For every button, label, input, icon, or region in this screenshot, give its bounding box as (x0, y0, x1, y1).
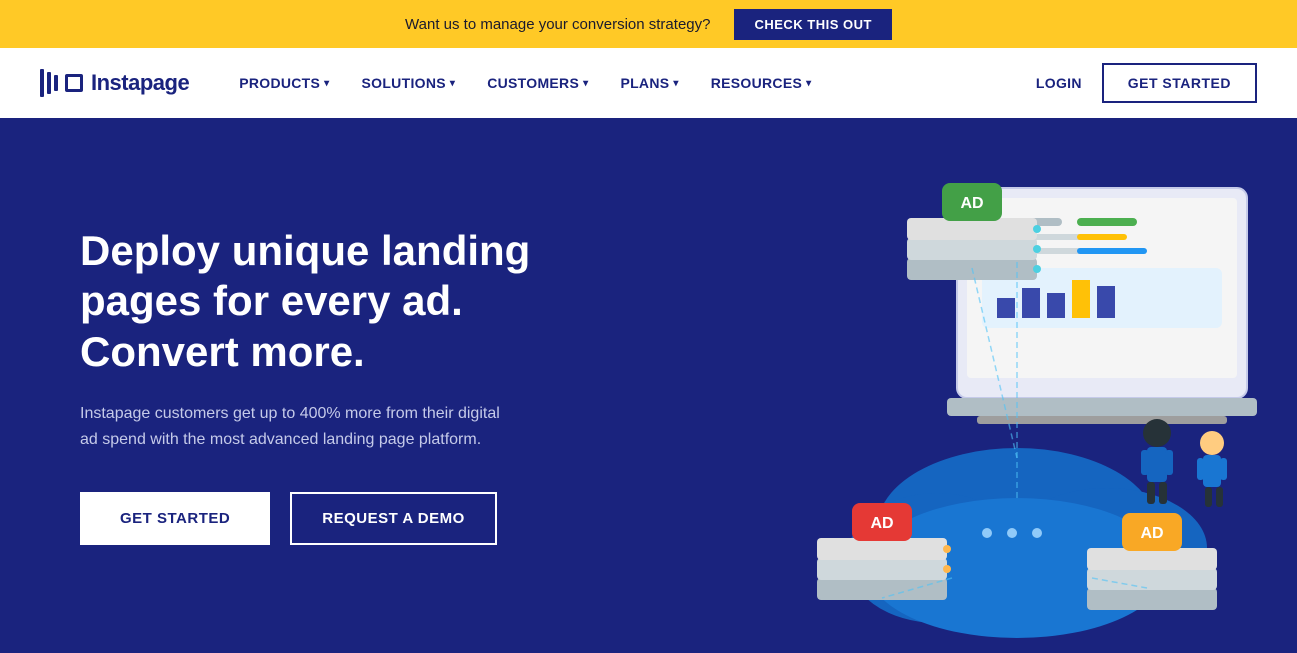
logo-bar-3 (54, 75, 58, 91)
chevron-down-icon: ▾ (583, 78, 588, 89)
logo[interactable]: Instapage (40, 69, 189, 97)
banner-text: Want us to manage your conversion strate… (405, 16, 710, 33)
chevron-down-icon: ▾ (673, 78, 678, 89)
logo-square (65, 74, 83, 92)
hero-request-demo-button[interactable]: REQUEST A DEMO (290, 492, 497, 545)
logo-bar-2 (47, 72, 51, 94)
logo-icon (40, 69, 83, 97)
logo-text: Instapage (91, 70, 189, 96)
nav-links: PRODUCTS ▾ SOLUTIONS ▾ CUSTOMERS ▾ PLANS… (225, 67, 1036, 99)
chevron-down-icon: ▾ (450, 78, 455, 89)
get-started-nav-button[interactable]: GET STARTED (1102, 63, 1257, 103)
hero-section: Deploy unique landing pages for every ad… (0, 118, 1297, 653)
login-button[interactable]: LOGIN (1036, 75, 1082, 91)
svg-text:AD: AD (870, 515, 893, 532)
chevron-down-icon: ▾ (806, 78, 811, 89)
nav-item-resources[interactable]: RESOURCES ▾ (697, 67, 826, 99)
top-banner: Want us to manage your conversion strate… (0, 0, 1297, 48)
nav-item-customers[interactable]: CUSTOMERS ▾ (473, 67, 602, 99)
hero-subtitle: Instapage customers get up to 400% more … (80, 401, 520, 452)
hero-title: Deploy unique landing pages for every ad… (80, 226, 600, 377)
check-this-out-button[interactable]: CHECK THIS OUT (734, 9, 892, 40)
svg-text:AD: AD (960, 195, 983, 212)
hero-buttons: GET STARTED REQUEST A DEMO (80, 492, 600, 545)
chevron-down-icon: ▾ (324, 78, 329, 89)
nav-item-solutions[interactable]: SOLUTIONS ▾ (348, 67, 470, 99)
hero-illustration: AD AD AD (647, 138, 1267, 653)
logo-bar-1 (40, 69, 44, 97)
nav-item-products[interactable]: PRODUCTS ▾ (225, 67, 343, 99)
nav-right: LOGIN GET STARTED (1036, 63, 1257, 103)
navbar: Instapage PRODUCTS ▾ SOLUTIONS ▾ CUSTOME… (0, 48, 1297, 118)
hero-get-started-button[interactable]: GET STARTED (80, 492, 270, 545)
svg-text:AD: AD (1140, 525, 1163, 542)
nav-item-plans[interactable]: PLANS ▾ (606, 67, 692, 99)
hero-content: Deploy unique landing pages for every ad… (80, 226, 600, 545)
